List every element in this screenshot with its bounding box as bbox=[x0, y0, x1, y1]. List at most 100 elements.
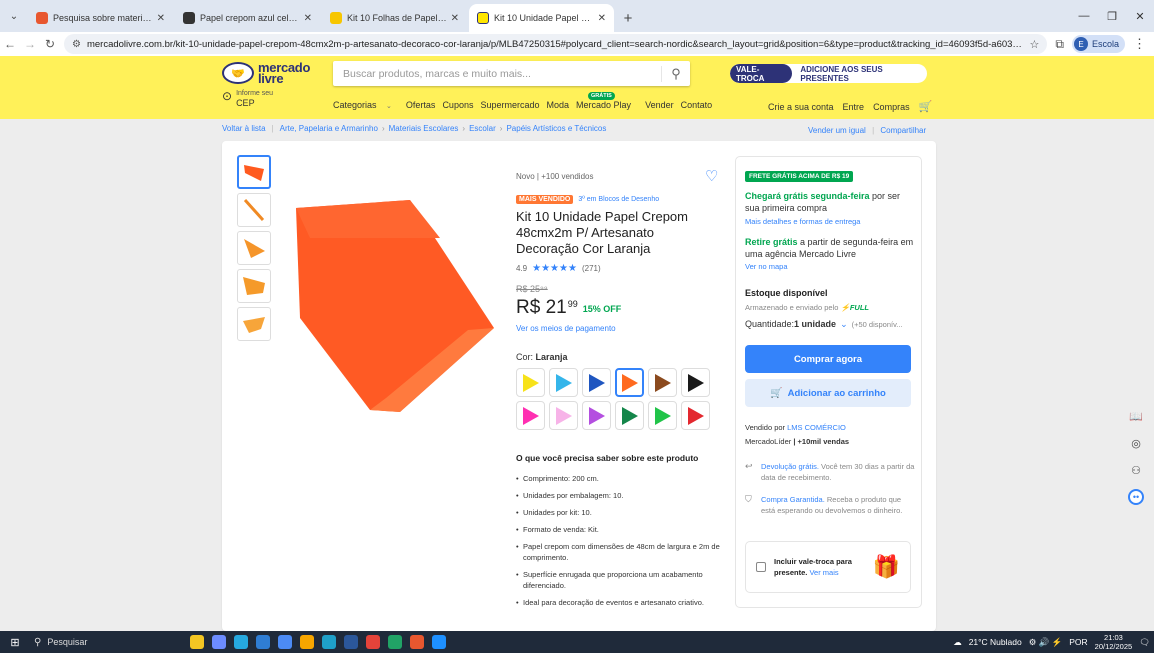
bookmark-star-icon[interactable]: ☆ bbox=[1030, 38, 1040, 51]
people-icon[interactable]: ⚇ bbox=[1128, 462, 1144, 478]
breadcrumb-item[interactable]: Arte, Papelaria e Armarinho bbox=[280, 124, 378, 133]
url-field[interactable]: ⚙ mercadolivre.com.br/kit-10-unidade-pap… bbox=[64, 34, 1048, 54]
minimize-icon[interactable]: — bbox=[1070, 0, 1098, 32]
color-swatch[interactable] bbox=[615, 401, 644, 430]
taskbar-app-icon[interactable] bbox=[256, 635, 270, 649]
browser-tab-1[interactable]: Pesquisa sobre material de esc ✕ bbox=[28, 4, 173, 32]
ranking-link[interactable]: 3º em Blocos de Desenho bbox=[578, 196, 659, 203]
reload-icon[interactable]: ↻ bbox=[40, 32, 60, 56]
breadcrumb-item[interactable]: Escolar bbox=[469, 124, 496, 133]
color-swatch[interactable] bbox=[615, 368, 644, 397]
buy-now-button[interactable]: Comprar agora bbox=[745, 345, 911, 373]
favorite-heart-icon[interactable]: ♡ bbox=[705, 167, 718, 185]
create-account-link[interactable]: Crie a sua conta bbox=[768, 102, 834, 112]
vale-troca-banner[interactable]: VALE-TROCA ADICIONE AOS SEUS PRESENTES bbox=[730, 64, 927, 83]
copilot-icon[interactable]: ◎ bbox=[1128, 435, 1144, 451]
restore-icon[interactable]: ❐ bbox=[1098, 0, 1126, 32]
color-swatch[interactable] bbox=[582, 401, 611, 430]
color-swatch[interactable] bbox=[681, 401, 710, 430]
taskbar-app-icon[interactable] bbox=[190, 635, 204, 649]
tray-icons[interactable]: ⚙ 🔊 ⚡ bbox=[1029, 637, 1063, 648]
view-map-link[interactable]: Ver no mapa bbox=[745, 262, 788, 271]
menu-mercado-play[interactable]: GRÁTIS Mercado Play bbox=[576, 92, 638, 110]
quantity-selector[interactable]: Quantidade: 1 unidade ⌄ (+50 disponív... bbox=[745, 319, 903, 330]
color-swatch[interactable] bbox=[582, 368, 611, 397]
color-swatch[interactable] bbox=[681, 368, 710, 397]
close-tab-icon[interactable]: ✕ bbox=[157, 13, 165, 24]
reading-mode-icon[interactable]: 📖 bbox=[1128, 408, 1144, 424]
extensions-icon[interactable]: ⧉ bbox=[1055, 37, 1064, 52]
taskbar-app-icon[interactable] bbox=[212, 635, 226, 649]
color-swatch[interactable] bbox=[516, 368, 545, 397]
thumbnail-2[interactable] bbox=[237, 193, 271, 227]
search-icon[interactable]: ⚲ bbox=[662, 66, 690, 82]
thumbnail-5[interactable] bbox=[237, 307, 271, 341]
product-main-image[interactable] bbox=[290, 198, 494, 412]
color-swatch[interactable] bbox=[516, 401, 545, 430]
mercado-livre-logo[interactable]: 🤝 mercado livre bbox=[222, 61, 310, 85]
share-link[interactable]: Compartilhar bbox=[880, 126, 926, 135]
close-tab-icon[interactable]: ✕ bbox=[304, 13, 312, 24]
menu-supermercado[interactable]: Supermercado bbox=[480, 100, 539, 110]
menu-ofertas[interactable]: Ofertas bbox=[406, 100, 436, 110]
search-input[interactable] bbox=[333, 61, 661, 86]
back-arrow-icon[interactable]: ← bbox=[0, 32, 20, 56]
close-window-icon[interactable]: ✕ bbox=[1126, 0, 1154, 32]
language-indicator[interactable]: POR bbox=[1069, 637, 1087, 647]
browser-tab-4-active[interactable]: Kit 10 Unidade Papel Crepom 4 ✕ bbox=[469, 4, 614, 32]
rating-row[interactable]: 4.9 ★★★★★ (271) bbox=[516, 263, 601, 274]
login-link[interactable]: Entre bbox=[843, 102, 865, 112]
breadcrumb-item[interactable]: Materiais Escolares bbox=[389, 124, 459, 133]
breadcrumb-item[interactable]: Papéis Artísticos e Técnicos bbox=[506, 124, 606, 133]
shipping-details-link[interactable]: Mais detalhes e formas de entrega bbox=[745, 217, 860, 226]
color-swatch[interactable] bbox=[648, 401, 677, 430]
menu-vender[interactable]: Vender bbox=[645, 100, 674, 110]
taskbar-app-icon[interactable] bbox=[388, 635, 402, 649]
cart-icon[interactable]: 🛒 bbox=[919, 100, 933, 113]
menu-cupons[interactable]: Cupons bbox=[442, 100, 473, 110]
menu-contato[interactable]: Contato bbox=[681, 100, 713, 110]
cep-selector[interactable]: ⊙ Informe seu CEP bbox=[222, 90, 273, 108]
add-to-cart-button[interactable]: 🛒 Adicionar ao carrinho bbox=[745, 379, 911, 407]
color-swatch[interactable] bbox=[549, 401, 578, 430]
clock[interactable]: 21:03 20/12/2025 bbox=[1095, 633, 1133, 651]
taskbar-app-icon[interactable] bbox=[300, 635, 314, 649]
taskbar-app-icon[interactable] bbox=[344, 635, 358, 649]
profile-button[interactable]: E Escola bbox=[1071, 35, 1125, 53]
weather-icon[interactable]: ☁ bbox=[953, 637, 962, 648]
notifications-icon[interactable]: 🗨 bbox=[1139, 637, 1150, 648]
browser-tab-2[interactable]: Papel crepom azul celeste Nov ✕ bbox=[175, 4, 320, 32]
close-tab-icon[interactable]: ✕ bbox=[451, 13, 459, 24]
thumbnail-3[interactable] bbox=[237, 231, 271, 265]
taskbar-app-icon[interactable] bbox=[432, 635, 446, 649]
new-tab-icon[interactable]: + bbox=[616, 4, 640, 32]
menu-moda[interactable]: Moda bbox=[547, 100, 570, 110]
taskbar-app-icon[interactable] bbox=[366, 635, 380, 649]
site-settings-icon[interactable]: ⚙ bbox=[72, 39, 81, 50]
thumbnail-4[interactable] bbox=[237, 269, 271, 303]
weather-text[interactable]: 21°C Nublado bbox=[969, 637, 1022, 647]
extension-face-icon[interactable]: •• bbox=[1128, 489, 1144, 505]
thumbnail-1[interactable] bbox=[237, 155, 271, 189]
forward-arrow-icon[interactable]: → bbox=[20, 32, 40, 56]
free-return-link[interactable]: Devolução grátis. bbox=[761, 462, 819, 471]
seller-link[interactable]: LMS COMÉRCIO bbox=[787, 423, 846, 432]
browser-tab-3[interactable]: Kit 10 Folhas de Papel Crepom ✕ bbox=[322, 4, 467, 32]
gift-checkbox[interactable] bbox=[756, 562, 766, 572]
close-tab-icon[interactable]: ✕ bbox=[598, 13, 606, 24]
guarantee-link[interactable]: Compra Garantida. bbox=[761, 495, 825, 504]
sell-similar-link[interactable]: Vender um igual bbox=[808, 126, 866, 135]
payment-methods-link[interactable]: Ver os meios de pagamento bbox=[516, 324, 616, 333]
taskbar-app-icon[interactable] bbox=[322, 635, 336, 649]
browser-menu-icon[interactable]: ⋮ bbox=[1133, 36, 1146, 52]
back-to-list-link[interactable]: Voltar à lista bbox=[222, 124, 266, 133]
gift-see-more-link[interactable]: Ver mais bbox=[809, 568, 838, 577]
taskbar-app-icon[interactable] bbox=[278, 635, 292, 649]
color-swatch[interactable] bbox=[549, 368, 578, 397]
menu-categorias[interactable]: Categorias ⌄ bbox=[333, 100, 399, 110]
taskbar-app-icon[interactable] bbox=[410, 635, 424, 649]
color-swatch[interactable] bbox=[648, 368, 677, 397]
taskbar-app-icon[interactable] bbox=[234, 635, 248, 649]
purchases-link[interactable]: Compras bbox=[873, 102, 910, 112]
tab-search-chevron-icon[interactable]: ⌄ bbox=[0, 0, 28, 32]
